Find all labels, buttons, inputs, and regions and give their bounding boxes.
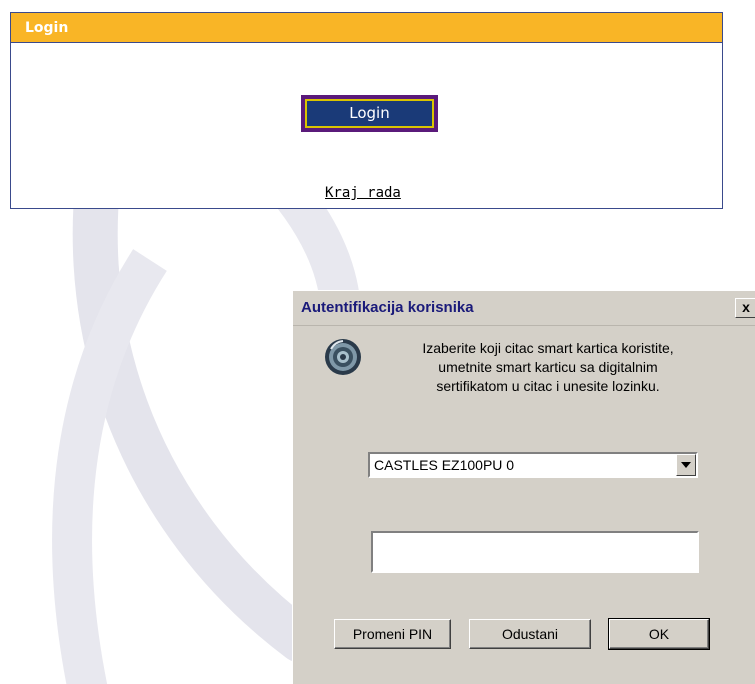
- pin-input[interactable]: [371, 531, 699, 573]
- login-panel: Login Login Kraj rada: [10, 12, 723, 209]
- dialog-title: Autentifikacija korisnika: [301, 299, 474, 316]
- instruction-line-1: Izaberite koji citac smart kartica koris…: [422, 340, 674, 356]
- change-pin-button[interactable]: Promeni PIN: [334, 619, 451, 649]
- instruction-line-2: umetnite smart karticu sa digitalnim: [438, 359, 658, 375]
- instruction-line-3: sertifikatom u citac i unesite lozinku.: [436, 378, 660, 394]
- cancel-button[interactable]: Odustani: [469, 619, 591, 649]
- login-panel-header: Login: [11, 13, 722, 43]
- login-button[interactable]: Login: [305, 99, 434, 128]
- close-icon[interactable]: x: [735, 298, 755, 318]
- authentication-dialog: Autentifikacija korisnika x Izaberite ko…: [292, 290, 755, 684]
- logout-link[interactable]: Kraj rada: [325, 185, 401, 201]
- reader-select[interactable]: CASTLES EZ100PU 0: [368, 452, 698, 478]
- smart-card-reader-icon: [325, 339, 361, 375]
- chevron-down-icon[interactable]: [676, 454, 696, 476]
- login-button-frame[interactable]: Login: [301, 95, 438, 132]
- instruction-text: Izaberite koji citac smart kartica koris…: [383, 339, 713, 396]
- dialog-title-bar: Autentifikacija korisnika x: [293, 291, 755, 326]
- ok-button[interactable]: OK: [608, 618, 710, 650]
- reader-select-value: CASTLES EZ100PU 0: [374, 457, 515, 473]
